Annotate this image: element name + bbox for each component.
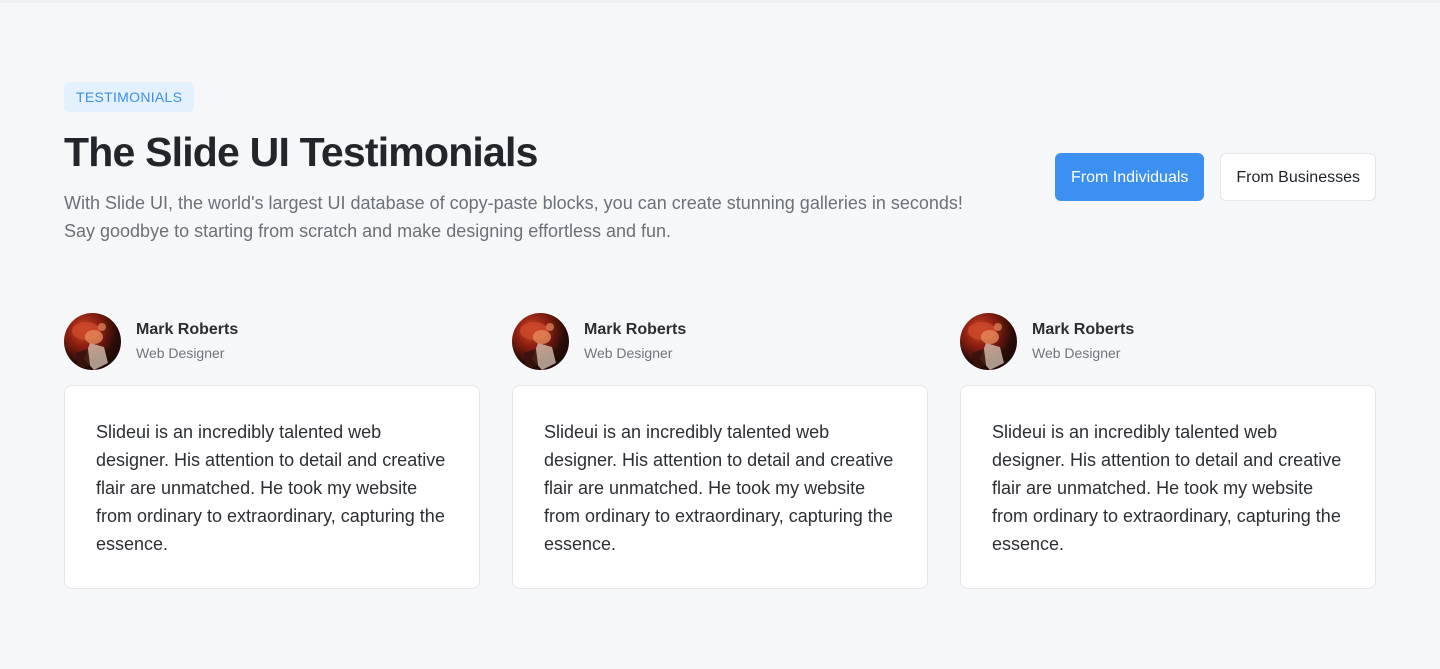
testimonial-author: Mark Roberts Web Designer: [64, 312, 480, 370]
testimonial-quote: Slideui is an incredibly talented web de…: [544, 422, 894, 554]
avatar: [960, 312, 1017, 370]
tab-from-individuals[interactable]: From Individuals: [1055, 153, 1205, 201]
author-info: Mark Roberts Web Designer: [584, 320, 686, 362]
testimonial-card: Slideui is an incredibly talented web de…: [64, 385, 480, 589]
author-role: Web Designer: [1032, 345, 1121, 361]
testimonial-item: Mark Roberts Web Designer Slideui is an …: [960, 312, 1376, 589]
avatar: [512, 312, 569, 370]
section-badge: TESTIMONIALS: [64, 82, 195, 112]
testimonial-author: Mark Roberts Web Designer: [960, 312, 1376, 370]
testimonial-quote: Slideui is an incredibly talented web de…: [992, 422, 1342, 554]
author-name: Mark Roberts: [1032, 321, 1135, 338]
testimonial-item: Mark Roberts Web Designer Slideui is an …: [64, 312, 480, 589]
author-info: Mark Roberts Web Designer: [1032, 320, 1134, 362]
testimonial-author: Mark Roberts Web Designer: [512, 312, 928, 370]
tab-from-businesses[interactable]: From Businesses: [1220, 153, 1376, 201]
testimonial-card: Slideui is an incredibly talented web de…: [512, 385, 928, 589]
author-role: Web Designer: [584, 345, 673, 361]
author-role: Web Designer: [136, 345, 225, 361]
author-info: Mark Roberts Web Designer: [136, 320, 238, 362]
filter-tabs: From Individuals From Businesses: [1055, 153, 1376, 201]
top-divider: [0, 0, 1440, 3]
testimonial-item: Mark Roberts Web Designer Slideui is an …: [512, 312, 928, 589]
testimonial-quote: Slideui is an incredibly talented web de…: [96, 422, 446, 554]
page-subtitle: With Slide UI, the world's largest UI da…: [64, 193, 963, 242]
heading-row: The Slide UI Testimonials With Slide UI,…: [64, 129, 1376, 250]
testimonial-list: Mark Roberts Web Designer Slideui is an …: [64, 312, 1376, 589]
avatar: [64, 312, 121, 370]
author-name: Mark Roberts: [136, 321, 239, 338]
testimonials-header: TESTIMONIALS The Slide UI Testimonials W…: [64, 82, 1376, 250]
author-name: Mark Roberts: [584, 321, 687, 338]
testimonial-card: Slideui is an incredibly talented web de…: [960, 385, 1376, 589]
